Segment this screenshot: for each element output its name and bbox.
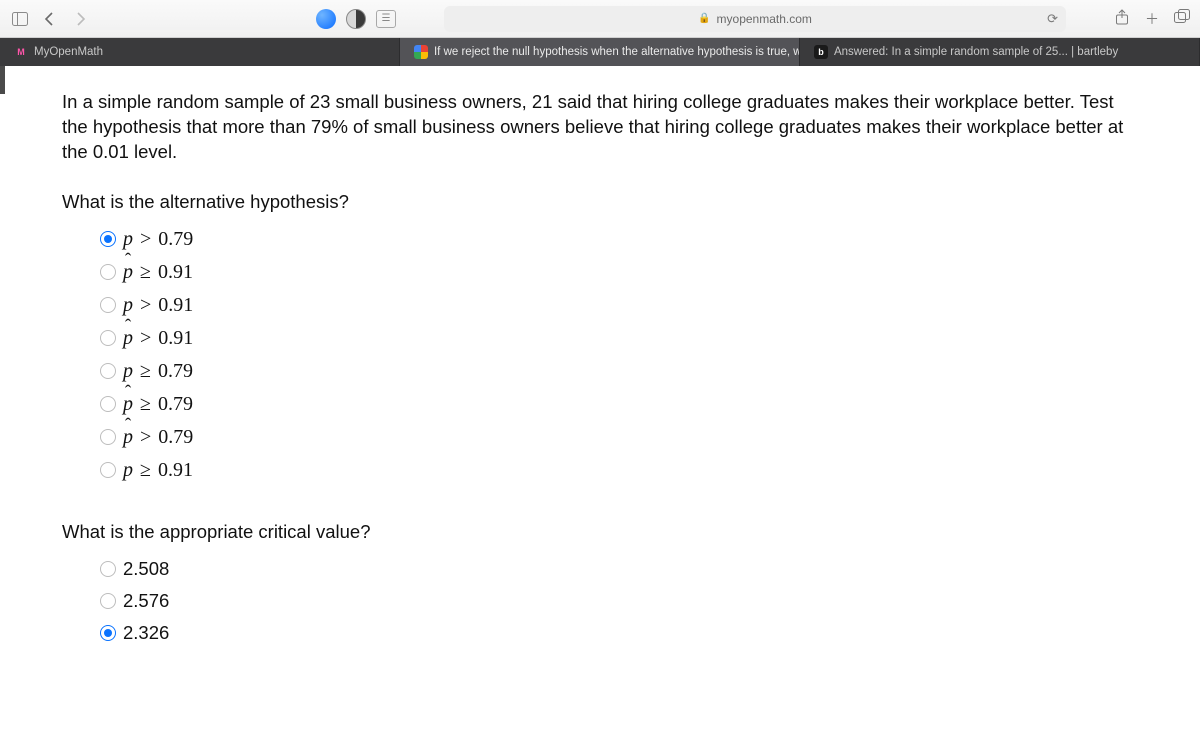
- option-label: p≥0.91: [123, 459, 193, 482]
- tab-label: MyOpenMath: [34, 46, 103, 58]
- radio-button[interactable]: [100, 363, 116, 379]
- question-1-text: What is the alternative hypothesis?: [62, 191, 1138, 213]
- option-label: p≥0.79: [123, 360, 193, 383]
- tab-label: If we reject the null hypothesis when th…: [434, 46, 800, 58]
- q1-option[interactable]: p≥0.91: [62, 256, 1138, 289]
- q2-option[interactable]: 2.508: [62, 553, 1138, 585]
- q1-option[interactable]: p>0.79: [62, 223, 1138, 256]
- reader-mode-icon[interactable]: ☰: [376, 10, 396, 28]
- radio-button[interactable]: [100, 297, 116, 313]
- new-tab-icon[interactable]: ＋: [1142, 9, 1162, 29]
- tab-strip: M MyOpenMath If we reject the null hypot…: [0, 38, 1200, 66]
- option-label: p≥0.79: [123, 393, 193, 416]
- radio-button[interactable]: [100, 264, 116, 280]
- share-icon[interactable]: [1112, 9, 1132, 29]
- q1-option[interactable]: p>0.91: [62, 289, 1138, 322]
- question-2-text: What is the appropriate critical value?: [62, 521, 1138, 543]
- q2-option[interactable]: 2.576: [62, 585, 1138, 617]
- option-label: p>0.91: [123, 294, 193, 317]
- option-label: 2.576: [123, 590, 169, 612]
- question-2: What is the appropriate critical value? …: [62, 521, 1138, 649]
- radio-button[interactable]: [100, 396, 116, 412]
- radio-button[interactable]: [100, 330, 116, 346]
- option-label: 2.326: [123, 622, 169, 644]
- favicon-google-icon: [414, 45, 428, 59]
- page-content: In a simple random sample of 23 small bu…: [0, 66, 1200, 707]
- radio-button[interactable]: [100, 429, 116, 445]
- radio-button[interactable]: [100, 462, 116, 478]
- radio-button[interactable]: [100, 231, 116, 247]
- favicon-bartleby-icon: b: [814, 45, 828, 59]
- favicon-myopenmath-icon: M: [14, 45, 28, 59]
- question-1: What is the alternative hypothesis? p>0.…: [62, 191, 1138, 487]
- q1-option[interactable]: p>0.79: [62, 421, 1138, 454]
- radio-button[interactable]: [100, 561, 116, 577]
- extension-contrast-icon[interactable]: [346, 9, 366, 29]
- tabs-overview-icon[interactable]: [1172, 9, 1192, 29]
- address-bar[interactable]: 🔒 myopenmath.com ⟳: [444, 6, 1066, 32]
- q2-option[interactable]: 2.326: [62, 617, 1138, 649]
- option-label: p>0.79: [123, 228, 193, 251]
- tab-google-search[interactable]: If we reject the null hypothesis when th…: [400, 38, 800, 66]
- problem-prompt: In a simple random sample of 23 small bu…: [62, 90, 1138, 165]
- sidebar-toggle-icon[interactable]: [8, 7, 32, 31]
- q1-option[interactable]: p≥0.79: [62, 388, 1138, 421]
- radio-button[interactable]: [100, 593, 116, 609]
- url-host: myopenmath.com: [717, 12, 812, 26]
- q1-option[interactable]: p≥0.91: [62, 454, 1138, 487]
- forward-icon[interactable]: [68, 7, 92, 31]
- option-label: p>0.91: [123, 327, 193, 350]
- reload-icon[interactable]: ⟳: [1047, 11, 1058, 27]
- extension-icon[interactable]: [316, 9, 336, 29]
- browser-toolbar: ☰ 🔒 myopenmath.com ⟳ ＋: [0, 0, 1200, 38]
- back-icon[interactable]: [38, 7, 62, 31]
- option-label: p≥0.91: [123, 261, 193, 284]
- q1-option[interactable]: p>0.91: [62, 322, 1138, 355]
- radio-button[interactable]: [100, 625, 116, 641]
- lock-icon: 🔒: [698, 13, 710, 24]
- option-label: p>0.79: [123, 426, 193, 449]
- tab-bartleby[interactable]: b Answered: In a simple random sample of…: [800, 38, 1200, 66]
- scroll-marker: [0, 66, 5, 94]
- tab-label: Answered: In a simple random sample of 2…: [834, 46, 1118, 58]
- tab-myopenmath[interactable]: M MyOpenMath: [0, 38, 400, 66]
- option-label: 2.508: [123, 558, 169, 580]
- q1-option[interactable]: p≥0.79: [62, 355, 1138, 388]
